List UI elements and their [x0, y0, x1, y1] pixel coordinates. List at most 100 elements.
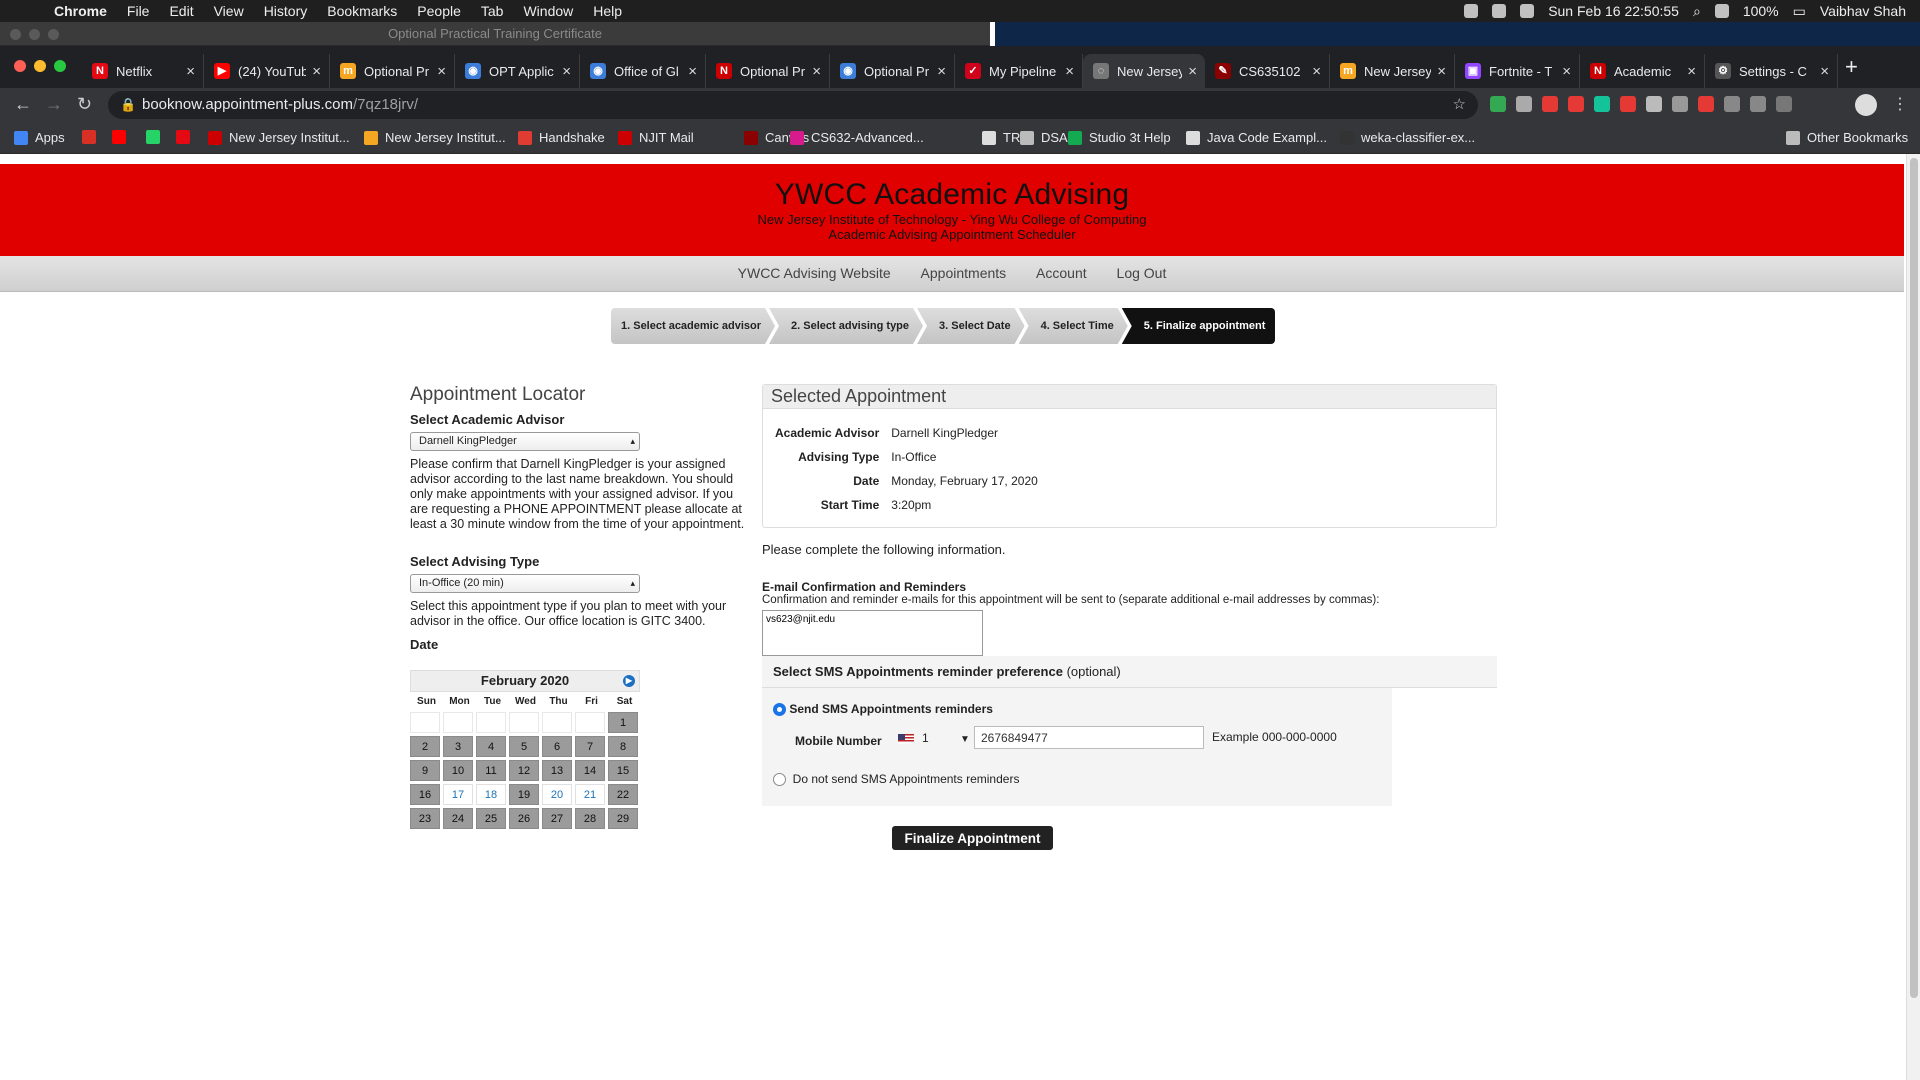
bookmark-item[interactable]: New Jersey Institut...	[364, 130, 506, 145]
close-tab-icon[interactable]: ×	[1437, 63, 1446, 80]
close-tab-icon[interactable]: ×	[562, 63, 571, 80]
nav-account[interactable]: Account	[1036, 265, 1087, 281]
extension-icon[interactable]	[1698, 96, 1714, 112]
menu-edit[interactable]: Edit	[169, 3, 193, 19]
extension-icon[interactable]	[1516, 96, 1532, 112]
battery-percent[interactable]: 100%	[1743, 3, 1779, 19]
extension-icon[interactable]	[1620, 96, 1636, 112]
lock-icon[interactable]: 🔒	[120, 91, 136, 119]
bookmark-item[interactable]: CS632-Advanced...	[790, 130, 924, 145]
cloud-icon[interactable]	[1492, 4, 1507, 18]
tab[interactable]: ◉ Optional Pr ×	[830, 54, 955, 88]
calendar-day-available[interactable]: 21	[575, 784, 605, 805]
battery-icon[interactable]: ▭	[1793, 3, 1806, 20]
bookmark-item[interactable]: Java Code Exampl...	[1186, 130, 1327, 145]
nav-log-out[interactable]: Log Out	[1117, 265, 1167, 281]
profile-avatar[interactable]	[1855, 94, 1877, 116]
bookmark-item[interactable]	[112, 130, 133, 144]
step-select-type[interactable]: 2. Select advising type	[769, 308, 923, 344]
back-arrow-icon[interactable]: ←	[14, 94, 32, 115]
tab[interactable]: N Optional Pr ×	[706, 54, 830, 88]
tab[interactable]: N Academic ×	[1580, 54, 1705, 88]
close-tab-icon[interactable]: ×	[937, 63, 946, 80]
step-select-advisor[interactable]: 1. Select academic advisor	[611, 308, 775, 344]
page-scrollbar[interactable]	[1906, 154, 1920, 1080]
bookmark-item[interactable]: NJIT Mail	[618, 130, 694, 145]
bookmark-item[interactable]: New Jersey Institut...	[208, 130, 350, 145]
close-tab-icon[interactable]: ×	[1065, 63, 1074, 80]
extension-icon[interactable]	[1724, 96, 1740, 112]
close-tab-icon[interactable]: ×	[1820, 63, 1829, 80]
user-switch-icon[interactable]	[1520, 4, 1535, 18]
calendar-day-available[interactable]: 20	[542, 784, 572, 805]
bookmark-item[interactable]	[176, 130, 197, 144]
nav-appointments[interactable]: Appointments	[921, 265, 1007, 281]
tab[interactable]: ◉ Office of Gl ×	[580, 54, 706, 88]
bookmark-item[interactable]: weka-classifier-ex...	[1340, 130, 1475, 145]
mobile-number-input[interactable]	[974, 726, 1204, 749]
next-month-icon[interactable]: ▶	[623, 675, 635, 687]
bookmark-item[interactable]: Other Bookmarks	[1786, 130, 1908, 145]
menu-people[interactable]: People	[417, 3, 461, 19]
reload-icon[interactable]: ↻	[77, 94, 92, 115]
tab[interactable]: ▣ Fortnite - T ×	[1455, 54, 1580, 88]
bookmark-item[interactable]: Studio 3t Help	[1068, 130, 1171, 145]
sms-decline-option[interactable]: Do not send SMS Appointments reminders	[773, 772, 1019, 787]
wifi-icon[interactable]	[1714, 4, 1729, 18]
tab[interactable]: N Netflix ×	[82, 54, 204, 88]
close-tab-icon[interactable]: ×	[437, 63, 446, 80]
chrome-menu-icon[interactable]: ⋮	[1892, 94, 1908, 114]
sms-decline-radio[interactable]	[773, 773, 786, 787]
tab[interactable]: m Optional Pr ×	[330, 54, 455, 88]
scrollbar-thumb[interactable]	[1910, 158, 1918, 998]
bookmark-item[interactable]: DSA	[1020, 130, 1068, 145]
tab[interactable]: ◌ New Jersey ×	[1083, 54, 1205, 88]
clock[interactable]: Sun Feb 16 22:50:55	[1548, 3, 1679, 19]
menu-history[interactable]: History	[264, 3, 308, 19]
extension-icon[interactable]	[1776, 96, 1792, 112]
close-tab-icon[interactable]: ×	[812, 63, 821, 80]
menu-help[interactable]: Help	[593, 3, 622, 19]
extension-icon[interactable]	[1750, 96, 1766, 112]
close-tab-icon[interactable]: ×	[1687, 63, 1696, 80]
tab[interactable]: ✎ CS635102 ×	[1205, 54, 1330, 88]
address-bar[interactable]: 🔒 booknow.appointment-plus.com/7qz18jrv/…	[108, 91, 1478, 119]
close-tab-icon[interactable]: ×	[1312, 63, 1321, 80]
menu-bookmarks[interactable]: Bookmarks	[327, 3, 397, 19]
calendar-day-available[interactable]: 18	[476, 784, 506, 805]
close-tab-icon[interactable]: ×	[312, 63, 321, 80]
tab[interactable]: ⚙ Settings - C ×	[1705, 54, 1838, 88]
country-code[interactable]: 1	[922, 731, 929, 745]
finalize-appointment-button[interactable]: Finalize Appointment	[892, 826, 1053, 850]
advisor-select[interactable]: Darnell KingPledger ▴	[410, 432, 640, 451]
tab[interactable]: ◉ OPT Applic ×	[455, 54, 580, 88]
menu-view[interactable]: View	[214, 3, 244, 19]
status-icon[interactable]	[1464, 4, 1479, 18]
advising-type-select[interactable]: In-Office (20 min) ▴	[410, 574, 640, 593]
tab[interactable]: m New Jersey ×	[1330, 54, 1455, 88]
step-select-date[interactable]: 3. Select Date	[917, 308, 1025, 344]
close-tab-icon[interactable]: ×	[688, 63, 697, 80]
step-select-time[interactable]: 4. Select Time	[1019, 308, 1128, 344]
bookmark-item[interactable]	[82, 130, 103, 144]
extension-icon[interactable]	[1672, 96, 1688, 112]
bookmark-item[interactable]: Handshake	[518, 130, 605, 145]
zoom-window-button[interactable]	[54, 60, 66, 72]
forward-arrow-icon[interactable]: →	[45, 94, 63, 115]
extension-icon[interactable]	[1594, 96, 1610, 112]
us-flag-icon[interactable]	[898, 734, 914, 744]
menu-file[interactable]: File	[127, 3, 150, 19]
menu-app-name[interactable]: Chrome	[54, 3, 107, 19]
close-tab-icon[interactable]: ×	[1188, 63, 1197, 80]
extension-icon[interactable]	[1542, 96, 1558, 112]
email-textarea[interactable]: vs623@njit.edu	[762, 610, 983, 656]
sms-send-option[interactable]: Send SMS Appointments reminders	[773, 702, 993, 717]
bookmark-star-icon[interactable]: ☆	[1453, 91, 1466, 119]
country-dropdown-icon[interactable]: ▼	[960, 734, 970, 745]
close-window-button[interactable]	[14, 60, 26, 72]
bookmark-item[interactable]	[146, 130, 167, 144]
tab[interactable]: ✓ My Pipeline ×	[955, 54, 1083, 88]
bookmark-item[interactable]: Apps	[14, 130, 65, 145]
nav-advising-website[interactable]: YWCC Advising Website	[738, 265, 891, 281]
minimize-window-button[interactable]	[34, 60, 46, 72]
